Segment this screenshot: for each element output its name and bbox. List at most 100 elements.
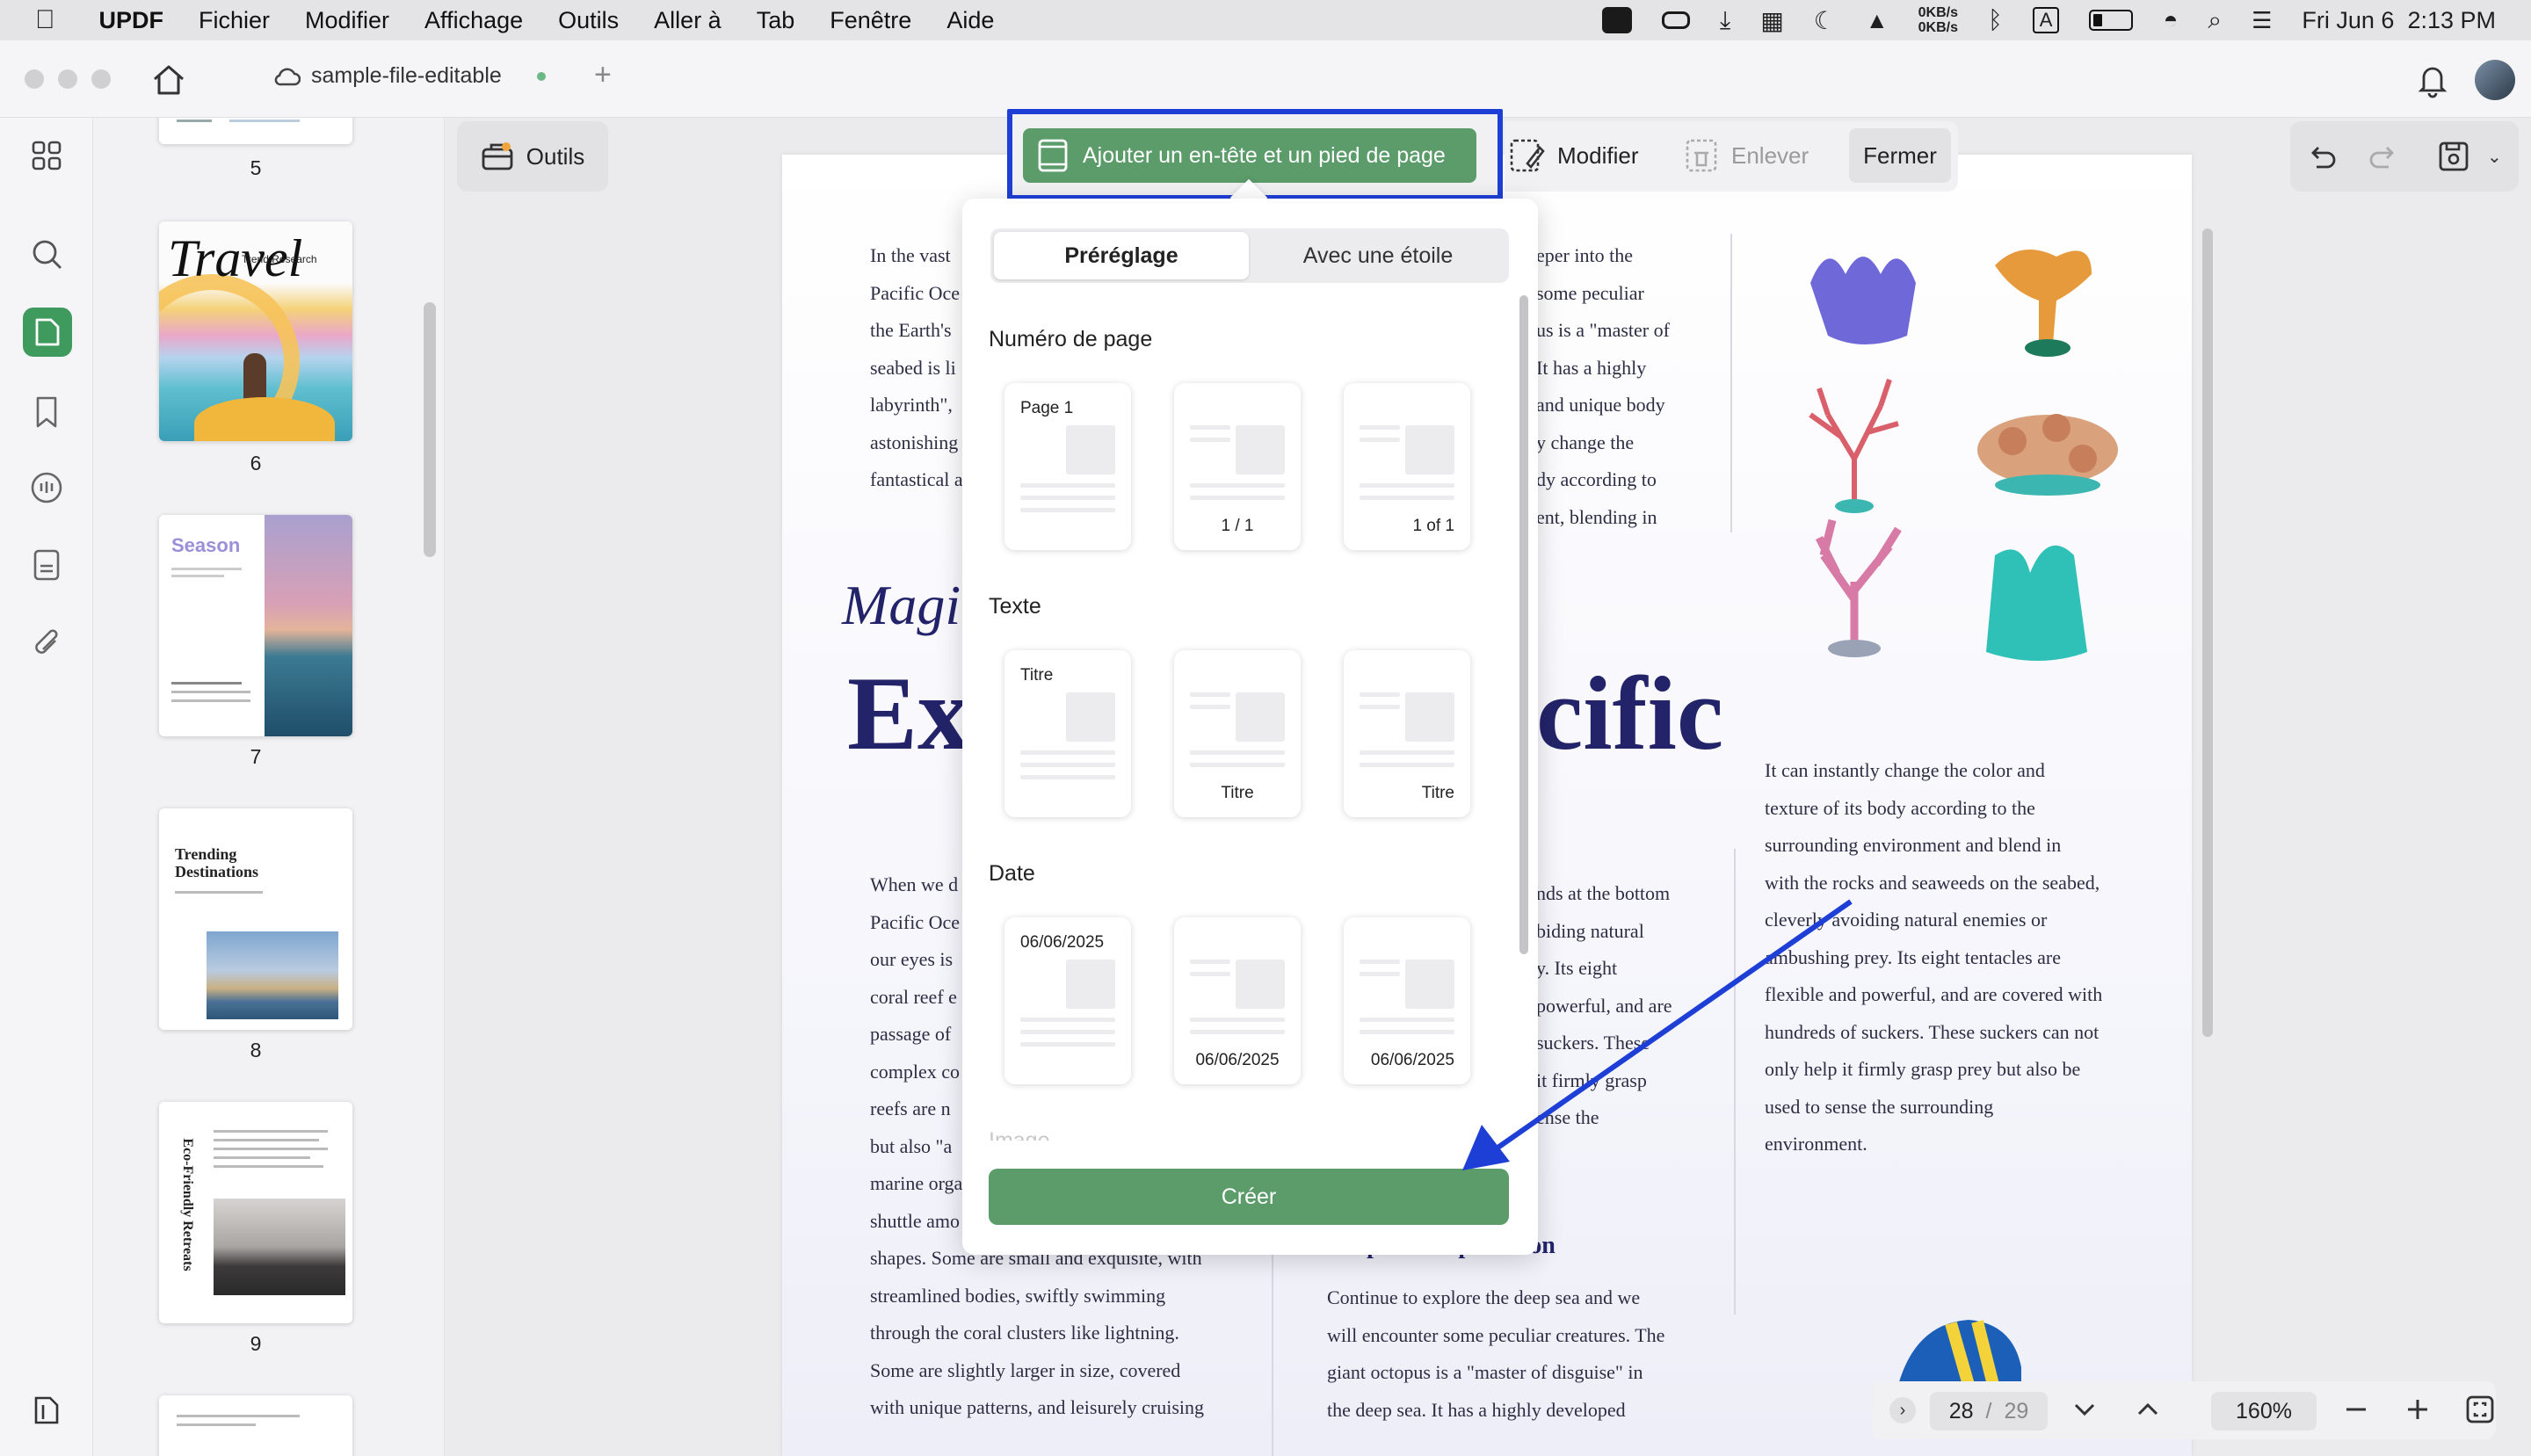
page-thumbnail-6[interactable]: Travel Trend Research [159,221,352,441]
document-tab[interactable]: sample-file-editable [274,63,546,89]
form-icon[interactable] [25,543,69,587]
preset-text-center[interactable]: Titre [1174,650,1301,817]
notification-bell-icon[interactable] [2415,62,2450,98]
column-divider [1730,234,1732,532]
save-options-chevron-icon[interactable]: ⌄ [2487,146,2502,168]
menu-tab[interactable]: Tab [757,7,795,34]
menubar-clock[interactable]: Fri Jun 6 2:13 PM [2302,7,2496,34]
preset-label: 06/06/2025 [1195,1051,1280,1069]
download-icon[interactable]: ⤓ [1720,6,1730,35]
comment-icon[interactable] [25,466,69,510]
redo-icon[interactable] [2366,139,2401,174]
bluetooth-icon[interactable]: ᛒ [1988,6,2003,34]
moon-icon[interactable]: ☾ [1814,6,1836,35]
drive-icon[interactable] [1661,11,1690,29]
zoom-in-icon[interactable] [2404,1395,2431,1423]
attachment-icon[interactable] [25,620,69,664]
menu-app-name[interactable]: UPDF [99,7,164,34]
thumbnail-page-number: 6 [250,452,262,474]
home-icon[interactable] [151,63,186,97]
preset-text-right[interactable]: Titre [1344,650,1470,817]
toolbox-icon [482,142,513,170]
page-thumbnail-10[interactable] [159,1395,352,1456]
save-icon[interactable] [2436,139,2471,174]
heading-left: Ex [847,655,971,771]
control-center-icon[interactable]: ☰ [2252,7,2272,34]
edit-page-icon [1510,139,1545,172]
new-tab-button[interactable]: + [594,58,612,92]
page-thumbnail-7[interactable]: Season [159,515,352,736]
column-divider [1272,1228,1273,1456]
add-header-footer-label: Ajouter un en-tête et un pied de page [1083,142,1446,168]
window-zoom-button[interactable] [91,69,111,89]
tab-preset[interactable]: Préréglage [994,232,1249,279]
page-thumbnail-9[interactable]: Eco-Friendly Retreats [159,1102,352,1323]
previous-page-chevron-icon[interactable] [2134,1395,2162,1423]
menu-modifier[interactable]: Modifier [305,7,389,34]
preset-label: Page 1 [1020,399,1074,417]
deep-sea-text: Continue to explore the deep sea and we w… [1327,1286,1665,1421]
page-thumbnail-8[interactable]: Trending Destinations [159,808,352,1030]
create-button[interactable]: Créer [989,1169,1509,1225]
anemone-purple [1810,257,1916,344]
menu-aller-a[interactable]: Aller à [654,7,722,34]
zoom-level[interactable]: 160% [2211,1392,2317,1431]
coral-orange [1995,250,2092,357]
zoom-out-icon[interactable] [2343,1395,2369,1423]
heading-right: cific [1536,655,1724,771]
search-icon[interactable] [25,232,69,276]
preset-date-center[interactable]: 06/06/2025 [1174,917,1301,1084]
cat-icon[interactable]: ▲ [1866,7,1889,34]
apple-icon[interactable]:  [35,5,55,35]
bookmark-icon[interactable] [25,390,69,434]
fish-illustration [1889,1315,2030,1385]
next-page-chevron-icon[interactable] [2070,1395,2099,1423]
menu-affichage[interactable]: Affichage [424,7,523,34]
nav-expand-chevron-icon[interactable]: › [1889,1397,1916,1423]
sidebar-toggle-icon[interactable] [25,1388,69,1432]
undo-icon[interactable] [2304,139,2339,174]
spotlight-icon[interactable]: ⌕ [2208,6,2222,35]
window-minimize-button[interactable] [58,69,77,89]
popup-scrollbar[interactable] [1519,295,1528,954]
thumbnails-panel-button[interactable] [23,308,72,357]
add-header-footer-button[interactable]: Ajouter un en-tête et un pied de page [1023,128,1476,183]
header-footer-icon [1038,139,1068,172]
close-button[interactable]: Fermer [1849,128,1951,183]
preset-text-top-left[interactable]: Titre [1004,650,1131,817]
window-close-button[interactable] [25,69,44,89]
grid-app-icon[interactable]: ▦ [1760,6,1783,35]
updf-status-icon[interactable] [1601,7,1632,33]
preset-label: 06/06/2025 [1370,1051,1454,1069]
document-scrollbar[interactable] [2202,228,2213,1037]
menu-fichier[interactable]: Fichier [199,7,270,34]
fit-page-icon[interactable] [2464,1394,2496,1425]
preset-label: 1 / 1 [1221,517,1254,535]
coral-teal-tube [1986,545,2087,661]
modify-button[interactable]: Modifier [1508,137,1638,174]
section-page-number: Numéro de page [989,327,1153,351]
remove-button[interactable]: Enlever [1684,137,1809,174]
wifi-icon[interactable]: ◓ [2163,6,2178,34]
page-number-input[interactable]: 28 / 29 [1930,1392,2048,1431]
page-thumbnail-5[interactable] [159,118,352,144]
menu-aide[interactable]: Aide [946,7,994,34]
menu-fenetre[interactable]: Fenêtre [830,7,911,34]
battery-icon[interactable] [2089,10,2134,31]
current-page: 28 [1948,1398,1974,1423]
heading-italic: Magi [842,574,961,636]
tools-button[interactable]: Outils [457,121,608,192]
input-source-icon[interactable]: A [2032,7,2060,33]
apps-grid-icon[interactable] [25,134,69,177]
tab-saved-dot [536,71,546,81]
preset-page-number-center[interactable]: 1 / 1 [1174,383,1301,550]
avatar[interactable] [2475,60,2515,100]
tab-title: sample-file-editable [311,63,502,88]
menu-outils[interactable]: Outils [558,7,619,34]
preset-page-number-top-left[interactable]: Page 1 [1004,383,1131,550]
thumbnails-scrollbar[interactable] [424,302,436,557]
tab-starred[interactable]: Avec une étoile [1249,232,1507,279]
preset-page-number-right[interactable]: 1 of 1 [1344,383,1470,550]
preset-date-top-left[interactable]: 06/06/2025 [1004,917,1131,1084]
network-speed: 0KB/s 0KB/s [1918,5,1958,35]
